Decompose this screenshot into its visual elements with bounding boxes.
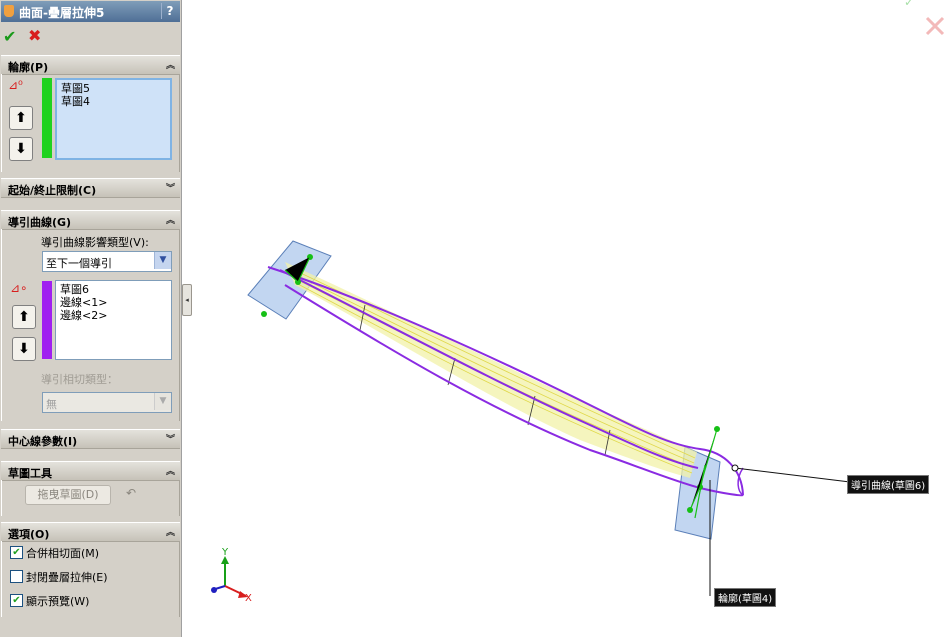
triad-y-label: Y (222, 547, 229, 558)
feature-title: 曲面-疊層拉伸5 (19, 6, 105, 20)
check-icon: ✔ (3, 27, 17, 46)
cancel-button[interactable]: ✖ (28, 26, 41, 45)
guide-curve-icon: ⊿∘ (10, 281, 28, 295)
chevron-up-icon: ︽ (165, 528, 175, 538)
show-preview-label: 顯示預覽(W) (26, 595, 90, 608)
guides-header: 導引曲線(G) (8, 216, 72, 229)
merge-tangent-checkbox[interactable]: ✔ (10, 546, 23, 559)
options-header: 選項(O) (8, 528, 50, 541)
arrow-down-icon: ⬇ (18, 341, 30, 357)
guide-leader-line (734, 467, 851, 483)
merge-tangent-label: 合併相切面(M) (26, 547, 100, 560)
faint-close-icon (925, 16, 945, 36)
profiles-section: ⊿⁰ ⬆ ⬇ 草圖5 草圖4 (1, 74, 180, 172)
guide-curve-callout[interactable]: 導引曲線(草圖6) (847, 475, 930, 494)
ok-button[interactable]: ✔ (3, 27, 16, 46)
chevron-down-icon: ▼ (154, 393, 171, 410)
undo-icon[interactable]: ↶ (126, 486, 136, 500)
triad-x-label: X (245, 593, 252, 604)
chevron-up-icon: ︽ (165, 467, 175, 477)
profiles-list[interactable]: 草圖5 草圖4 (55, 78, 172, 160)
graphics-area[interactable]: ✓ 導引曲線(草圖6) 輪廓(草圖4) Y X (190, 0, 947, 637)
list-item[interactable]: 草圖6 (60, 283, 167, 296)
arrow-down-icon: ⬇ (15, 141, 27, 157)
list-item[interactable]: 邊線<1> (60, 296, 167, 309)
arrow-up-icon: ⬆ (15, 110, 27, 126)
profiles-header: 輪廓(P) (8, 61, 49, 74)
show-preview-checkbox[interactable]: ✔ (10, 594, 23, 607)
chevron-down-icon: ▼ (154, 252, 171, 269)
influence-value: 至下一個導引 (46, 257, 112, 270)
list-item[interactable]: 草圖5 (61, 82, 166, 95)
move-up-button[interactable]: ⬆ (12, 305, 36, 329)
chevron-down-icon: ︾ (165, 184, 175, 194)
close-loft-checkbox[interactable] (10, 570, 23, 583)
drag-sketch-button[interactable]: 拖曳草圖(D) (25, 485, 111, 505)
sketch-tools-section-header[interactable]: 草圖工具 ︽ (1, 461, 180, 481)
influence-select[interactable]: 至下一個導引 ▼ (42, 251, 172, 272)
arrow-up-icon: ⬆ (18, 309, 30, 325)
tangency-select[interactable]: 無 ▼ (42, 392, 172, 413)
faint-check-icon: ✓ (904, 0, 914, 9)
influence-label: 導引曲線影響類型(V): (41, 236, 149, 249)
property-manager-title: 曲面-疊層拉伸5 ? (1, 1, 180, 22)
centerline-section-header[interactable]: 中心線參數(I) ︾ (1, 429, 180, 449)
list-item[interactable]: 邊線<2> (60, 309, 167, 322)
loft-feature-icon (4, 5, 14, 17)
guides-list[interactable]: 草圖6 邊線<1> 邊線<2> (55, 280, 172, 360)
x-icon: ✖ (28, 26, 42, 45)
tangency-value: 無 (46, 398, 57, 411)
profile-callout[interactable]: 輪廓(草圖4) (714, 588, 777, 607)
chevron-up-icon: ︽ (165, 216, 175, 226)
sketch-tools-section: 拖曳草圖(D) ↶ (1, 480, 180, 516)
list-item[interactable]: 草圖4 (61, 95, 166, 108)
chevron-down-icon: ︾ (165, 435, 175, 445)
chevron-up-icon: ︽ (165, 61, 175, 71)
start-end-header: 起始/終止限制(C) (8, 184, 97, 197)
chevron-left-icon: ◂ (185, 296, 189, 304)
axis-triad (211, 556, 248, 598)
guides-section-header[interactable]: 導引曲線(G) ︽ (1, 210, 180, 230)
loft-preview-graphic: ✓ (211, 0, 945, 598)
guide-leader-anchor (731, 464, 739, 472)
sketch-tools-header: 草圖工具 (8, 467, 52, 480)
close-loft-label: 封閉疊層拉伸(E) (26, 571, 108, 584)
profile-icon: ⊿⁰ (8, 78, 23, 92)
start-end-section-header[interactable]: 起始/終止限制(C) ︾ (1, 178, 180, 198)
move-down-button[interactable]: ⬇ (12, 337, 36, 361)
property-manager: 曲面-疊層拉伸5 ? ✔ ✖ 輪廓(P) ︽ ⊿⁰ ⬆ ⬇ 草圖5 草圖4 起始… (0, 0, 182, 637)
tangency-label: 導引相切類型： (41, 373, 118, 386)
guides-section: 導引曲線影響類型(V): 至下一個導引 ▼ ⊿∘ ⬆ ⬇ 草圖6 邊線<1> 邊… (1, 229, 180, 421)
centerline-header: 中心線參數(I) (8, 435, 78, 448)
help-button[interactable]: ? (161, 3, 178, 19)
options-section-header[interactable]: 選項(O) ︽ (1, 522, 180, 542)
profiles-section-header[interactable]: 輪廓(P) ︽ (1, 55, 180, 75)
options-section: ✔ 合併相切面(M) 封閉疊層拉伸(E) ✔ 顯示預覽(W) (1, 541, 180, 617)
move-down-button[interactable]: ⬇ (9, 137, 33, 161)
profiles-color-bar (42, 78, 52, 158)
guides-color-bar (42, 281, 52, 359)
move-up-button[interactable]: ⬆ (9, 106, 33, 130)
